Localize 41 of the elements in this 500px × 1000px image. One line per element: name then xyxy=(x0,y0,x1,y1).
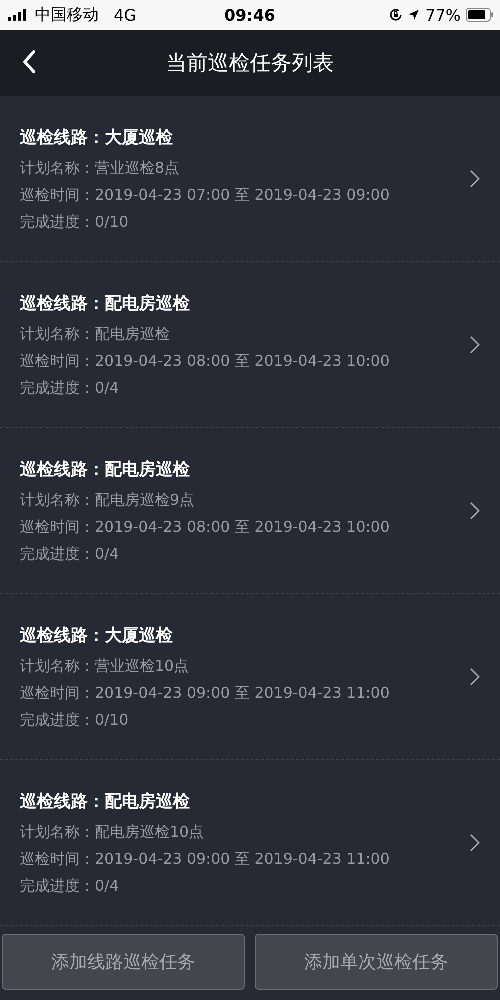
back-button[interactable] xyxy=(22,50,36,74)
location-arrow-icon xyxy=(408,9,420,21)
add-task-button[interactable]: 添加单次巡检任务 xyxy=(255,934,498,990)
chevron-right-icon xyxy=(470,502,480,520)
route-text: 巡检线路：配电房巡检 xyxy=(20,458,191,480)
progress-text: 完成进度：0/4 xyxy=(20,544,120,564)
route-text: 巡检线路：大厦巡检 xyxy=(20,624,174,646)
plan-text: 计划名称：营业巡检8点 xyxy=(20,158,181,178)
chevron-right-icon xyxy=(470,834,480,852)
time-text: 巡检时间：2019-04-23 09:00 至 2019-04-23 11:00 xyxy=(20,850,391,868)
chevron-right-icon xyxy=(470,336,480,354)
time-text: 巡检时间：2019-04-23 07:00 至 2019-04-23 09:00 xyxy=(20,186,391,204)
route-text: 巡检线路：配电房巡检 xyxy=(20,292,191,314)
plan-text: 计划名称：营业巡检10点 xyxy=(20,656,190,676)
plan-text: 计划名称：配电房巡检9点 xyxy=(20,490,196,510)
battery-icon xyxy=(466,8,494,22)
progress-text: 完成进度：0/10 xyxy=(20,212,130,232)
plan-text: 计划名称：配电房巡检 xyxy=(20,324,171,344)
add-task-button[interactable]: 添加线路巡检任务 xyxy=(2,934,245,990)
route-text: 巡检线路：配电房巡检 xyxy=(20,790,191,812)
progress-text: 完成进度：0/4 xyxy=(20,876,120,896)
status-time: 09:46 xyxy=(224,6,276,24)
time-text: 巡检时间：2019-04-23 08:00 至 2019-04-23 10:00 xyxy=(20,352,391,370)
route-text: 巡检线路：大厦巡检 xyxy=(20,126,174,148)
chevron-right-icon xyxy=(470,170,480,188)
task-item[interactable]: 巡检线路：配电房巡检 计划名称：配电房巡检 巡检时间：2019-04-23 08:00 至 2019-04-23 10:00 完成进度：0/4 xyxy=(0,262,500,428)
chevron-right-icon xyxy=(470,668,480,686)
rotation-lock-icon xyxy=(389,8,404,22)
page-title: 当前巡检任务列表 xyxy=(166,50,334,77)
carrier-name: 中国移动 xyxy=(35,4,99,26)
time-text: 巡检时间：2019-04-23 09:00 至 2019-04-23 11:00 xyxy=(20,684,391,702)
network-type: 4G xyxy=(114,6,137,24)
task-item[interactable]: 巡检线路：配电房巡检 计划名称：配电房巡检10点 巡检时间：2019-04-23 09:00 至 2019-04-23 11:00 完成进度：0/4 xyxy=(0,760,500,926)
progress-text: 完成进度：0/10 xyxy=(20,710,130,730)
plan-text: 计划名称：配电房巡检10点 xyxy=(20,822,206,842)
progress-text: 完成进度：0/4 xyxy=(20,378,120,398)
task-item[interactable]: 巡检线路：大厦巡检 计划名称：营业巡检8点 巡检时间：2019-04-23 07:00 至 2019-04-23 09:00 完成进度：0/10 xyxy=(0,96,500,262)
battery-percent: 77% xyxy=(425,6,461,24)
task-item[interactable]: 巡检线路：大厦巡检 计划名称：营业巡检10点 巡检时间：2019-04-23 09:00 至 2019-04-23 11:00 完成进度：0/10 xyxy=(0,594,500,760)
time-text: 巡检时间：2019-04-23 08:00 至 2019-04-23 10:00 xyxy=(20,518,391,536)
task-item[interactable]: 巡检线路：配电房巡检 计划名称：配电房巡检9点 巡检时间：2019-04-23 08:00 至 2019-04-23 10:00 完成进度：0/4 xyxy=(0,428,500,594)
